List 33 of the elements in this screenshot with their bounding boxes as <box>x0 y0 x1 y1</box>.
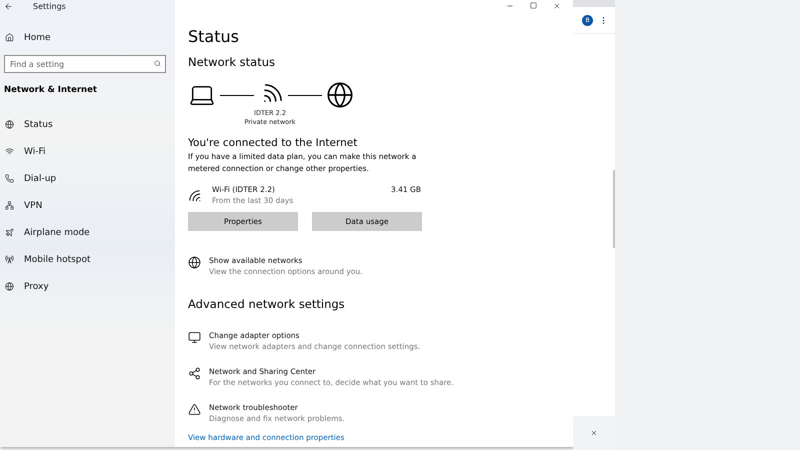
globe-icon <box>326 81 354 109</box>
home-icon <box>5 33 14 42</box>
sidebar-item[interactable]: Dial-up <box>0 165 175 192</box>
globe-icon <box>5 282 14 291</box>
connection-heading: You're connected to the Internet <box>188 137 358 149</box>
home-link[interactable]: Home <box>0 24 175 51</box>
network-icon <box>5 201 14 210</box>
maximize-icon <box>530 2 537 9</box>
section-heading: Network status <box>188 55 276 69</box>
search-field[interactable]: Find a setting <box>4 55 166 73</box>
sidebar-item[interactable]: Proxy <box>0 273 175 300</box>
back-icon <box>4 2 13 10</box>
globe-icon <box>188 256 201 269</box>
page-title: Status <box>188 27 240 46</box>
warning-icon <box>188 403 201 416</box>
window-title: Settings <box>33 2 66 10</box>
close-icon <box>590 429 598 437</box>
monitor-icon <box>188 331 201 344</box>
globe-icon <box>5 120 14 129</box>
sidebar-item[interactable]: Status <box>0 111 175 138</box>
section-heading: Advanced network settings <box>188 297 346 311</box>
sidebar-item[interactable]: Airplane mode <box>0 219 175 246</box>
wifi-icon <box>5 147 14 156</box>
airplane-icon <box>5 228 14 237</box>
close-icon <box>553 2 561 10</box>
sidebar-item[interactable]: VPN <box>0 192 175 219</box>
share-icon <box>188 367 201 380</box>
search-icon <box>154 60 161 67</box>
section-heading: Network & Internet <box>3 84 98 97</box>
phone-icon <box>5 174 14 183</box>
antenna-icon <box>5 255 14 264</box>
sidebar-item[interactable]: Wi-Fi <box>0 138 175 165</box>
sidebar-item[interactable]: Mobile hotspot <box>0 246 175 273</box>
